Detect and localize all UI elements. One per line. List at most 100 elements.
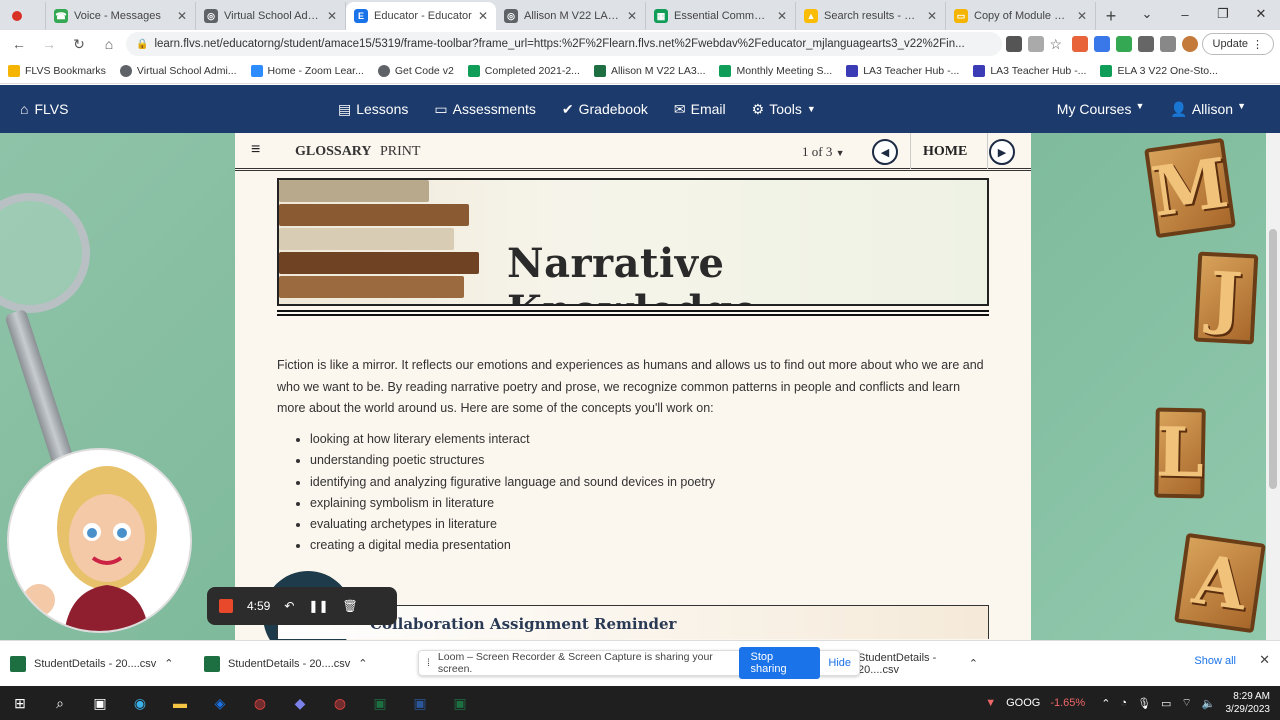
bookmark-9[interactable]: ELA 3 V22 One-Sto... [1100,64,1218,77]
extension-icon[interactable] [1093,36,1110,52]
volume-icon[interactable]: 🔈 [1202,697,1216,710]
chevron-up-icon[interactable]: ⌃ [1101,697,1110,710]
tab-search-icon[interactable]: ⌄ [1128,0,1166,28]
stop-sharing-button[interactable]: Stop sharing [738,647,821,679]
my-courses-label: My Courses [1056,101,1132,117]
puzzle-icon[interactable] [1137,36,1154,52]
excel-icon[interactable]: ▣ [440,686,480,720]
close-icon[interactable]: ✕ [327,9,337,23]
bookmark-5[interactable]: Allison M V22 LA3... [593,64,705,77]
user-dropdown[interactable]: 👤 Allison ▼ [1170,101,1246,118]
extension-icon[interactable] [1071,36,1088,52]
scrollbar-thumb[interactable] [1269,229,1277,489]
bookmark-4[interactable]: Completed 2021-2... [467,64,580,77]
sidebar-icon[interactable] [1159,36,1176,52]
trash-icon[interactable]: 🗑 [343,599,358,613]
my-courses-dropdown[interactable]: My Courses ▼ [1057,101,1145,117]
download-item[interactable]: StudentDetails - 20....csv ⌃ [204,655,398,672]
chevron-up-icon[interactable]: ⌃ [358,657,367,670]
nav-tools[interactable]: ⚙ Tools ▼ [752,101,816,118]
reload-icon[interactable]: ↻ [66,32,92,56]
share-icon[interactable] [1027,36,1044,52]
task-view-icon[interactable]: ▣ [80,686,120,720]
letter-block-j: J [1193,251,1259,345]
pause-icon[interactable]: ❚❚ [308,599,328,613]
glossary-link[interactable]: GLOSSARY [295,144,372,160]
network-icon[interactable]: ◔ [1120,697,1127,709]
minimize-icon[interactable]: – [1166,0,1204,28]
close-icon[interactable]: ✕ [627,9,637,23]
menu-icon[interactable]: ≡ [251,141,260,159]
tab-0[interactable] [0,2,46,30]
windows-start-icon[interactable]: ⊞ [0,686,40,720]
back-icon[interactable]: ← [6,32,32,56]
nav-lessons[interactable]: ▤ Lessons [338,101,408,118]
download-item[interactable]: StudentDetails - 20....csv ⌃ [10,655,204,672]
bookmark-3[interactable]: Get Code v2 [377,64,454,77]
chevron-up-icon[interactable]: ⌃ [969,657,978,670]
close-icon[interactable]: ✕ [777,9,787,23]
chrome-icon[interactable]: ◍ [320,686,360,720]
bookmark-8[interactable]: LA3 Teacher Hub -... [973,64,1086,77]
download-item[interactable]: StudentDetails - 20....csv ⌃ [858,652,978,676]
teams-icon[interactable]: ◆ [280,686,320,720]
tab-2[interactable]: ◎ Virtual School Admi... ✕ [196,2,346,30]
microphone-icon[interactable]: 🎙 [1137,697,1151,710]
maximize-icon[interactable]: ❐ [1204,0,1242,28]
edge-icon[interactable]: ◉ [120,686,160,720]
page-scrollbar[interactable] [1266,133,1280,640]
page-selector[interactable]: 1 of 3 ▼ [802,144,845,160]
search-icon[interactable]: ⌕ [40,686,80,720]
nav-email[interactable]: ✉ Email [674,101,726,118]
stop-record-icon[interactable] [219,599,233,613]
excel-icon[interactable]: ▣ [360,686,400,720]
chevron-up-icon[interactable]: ⌃ [164,657,173,670]
bookmark-0[interactable]: FLVS Bookmarks [8,64,106,77]
word-icon[interactable]: ▣ [400,686,440,720]
tab-4[interactable]: ◎ Allison M V22 LA3... ✕ [496,2,646,30]
close-icon[interactable]: ✕ [1077,9,1087,23]
cast-icon[interactable] [1005,36,1022,52]
bookmark-6[interactable]: Monthly Meeting S... [719,64,832,77]
battery-icon[interactable]: ▭ [1161,697,1171,710]
tab-7[interactable]: ▭ Copy of Module 5 M ✕ [946,2,1096,30]
avatar-icon[interactable] [1181,36,1198,52]
chrome-icon[interactable]: ◍ [240,686,280,720]
url-bar[interactable]: 🔒 learn.flvs.net/educatorng/student/amac… [126,32,1002,56]
slides-icon: ▭ [954,9,968,23]
nav-assessments[interactable]: ▭ Assessments [434,101,535,118]
close-icon[interactable]: ✕ [177,9,187,23]
home-button[interactable]: HOME [923,144,967,160]
next-page-button[interactable]: ▶ [989,139,1015,165]
bookmark-2[interactable]: Home - Zoom Lear... [250,64,364,77]
new-tab-button[interactable]: + [1096,2,1126,30]
tab-5[interactable]: ▦ Essential Communi... ✕ [646,2,796,30]
outlook-icon[interactable]: ◈ [200,686,240,720]
star-icon[interactable]: ☆ [1050,36,1066,52]
file-explorer-icon[interactable]: ▬ [160,686,200,720]
bookmark-1[interactable]: Virtual School Admi... [119,64,237,77]
tab-6[interactable]: ▲ Search results - Goo ✕ [796,2,946,30]
tab-1[interactable]: ☎ Voice - Messages ✕ [46,2,196,30]
extension-icon[interactable] [1115,36,1132,52]
close-icon[interactable]: ✕ [927,9,937,23]
tab-3-active[interactable]: E Educator - Educator ✕ [346,2,496,30]
drag-handle-icon[interactable]: ⁞ [427,657,430,669]
prev-page-button[interactable]: ◀ [872,139,898,165]
close-icon[interactable]: ✕ [478,9,488,23]
stock-symbol[interactable]: GOOG [1006,697,1040,709]
bookmark-7[interactable]: LA3 Teacher Hub -... [846,64,959,77]
forward-icon[interactable]: → [36,32,62,56]
print-link[interactable]: PRINT [380,144,420,160]
close-icon[interactable]: ✕ [1259,652,1270,668]
flvs-home-link[interactable]: ⌂ FLVS [20,85,68,133]
update-button[interactable]: Update ⋮ [1201,33,1274,55]
undo-icon[interactable]: ↶ [284,599,294,613]
close-window-icon[interactable]: ✕ [1242,0,1280,28]
nav-gradebook[interactable]: ✔ Gradebook [562,101,648,118]
clock[interactable]: 8:29 AM 3/29/2023 [1226,690,1271,716]
show-all-downloads-link[interactable]: Show all [1194,655,1236,667]
wifi-icon[interactable]: ⌔ [1181,696,1191,710]
home-icon[interactable]: ⌂ [96,32,122,56]
hide-button[interactable]: Hide [828,657,851,669]
